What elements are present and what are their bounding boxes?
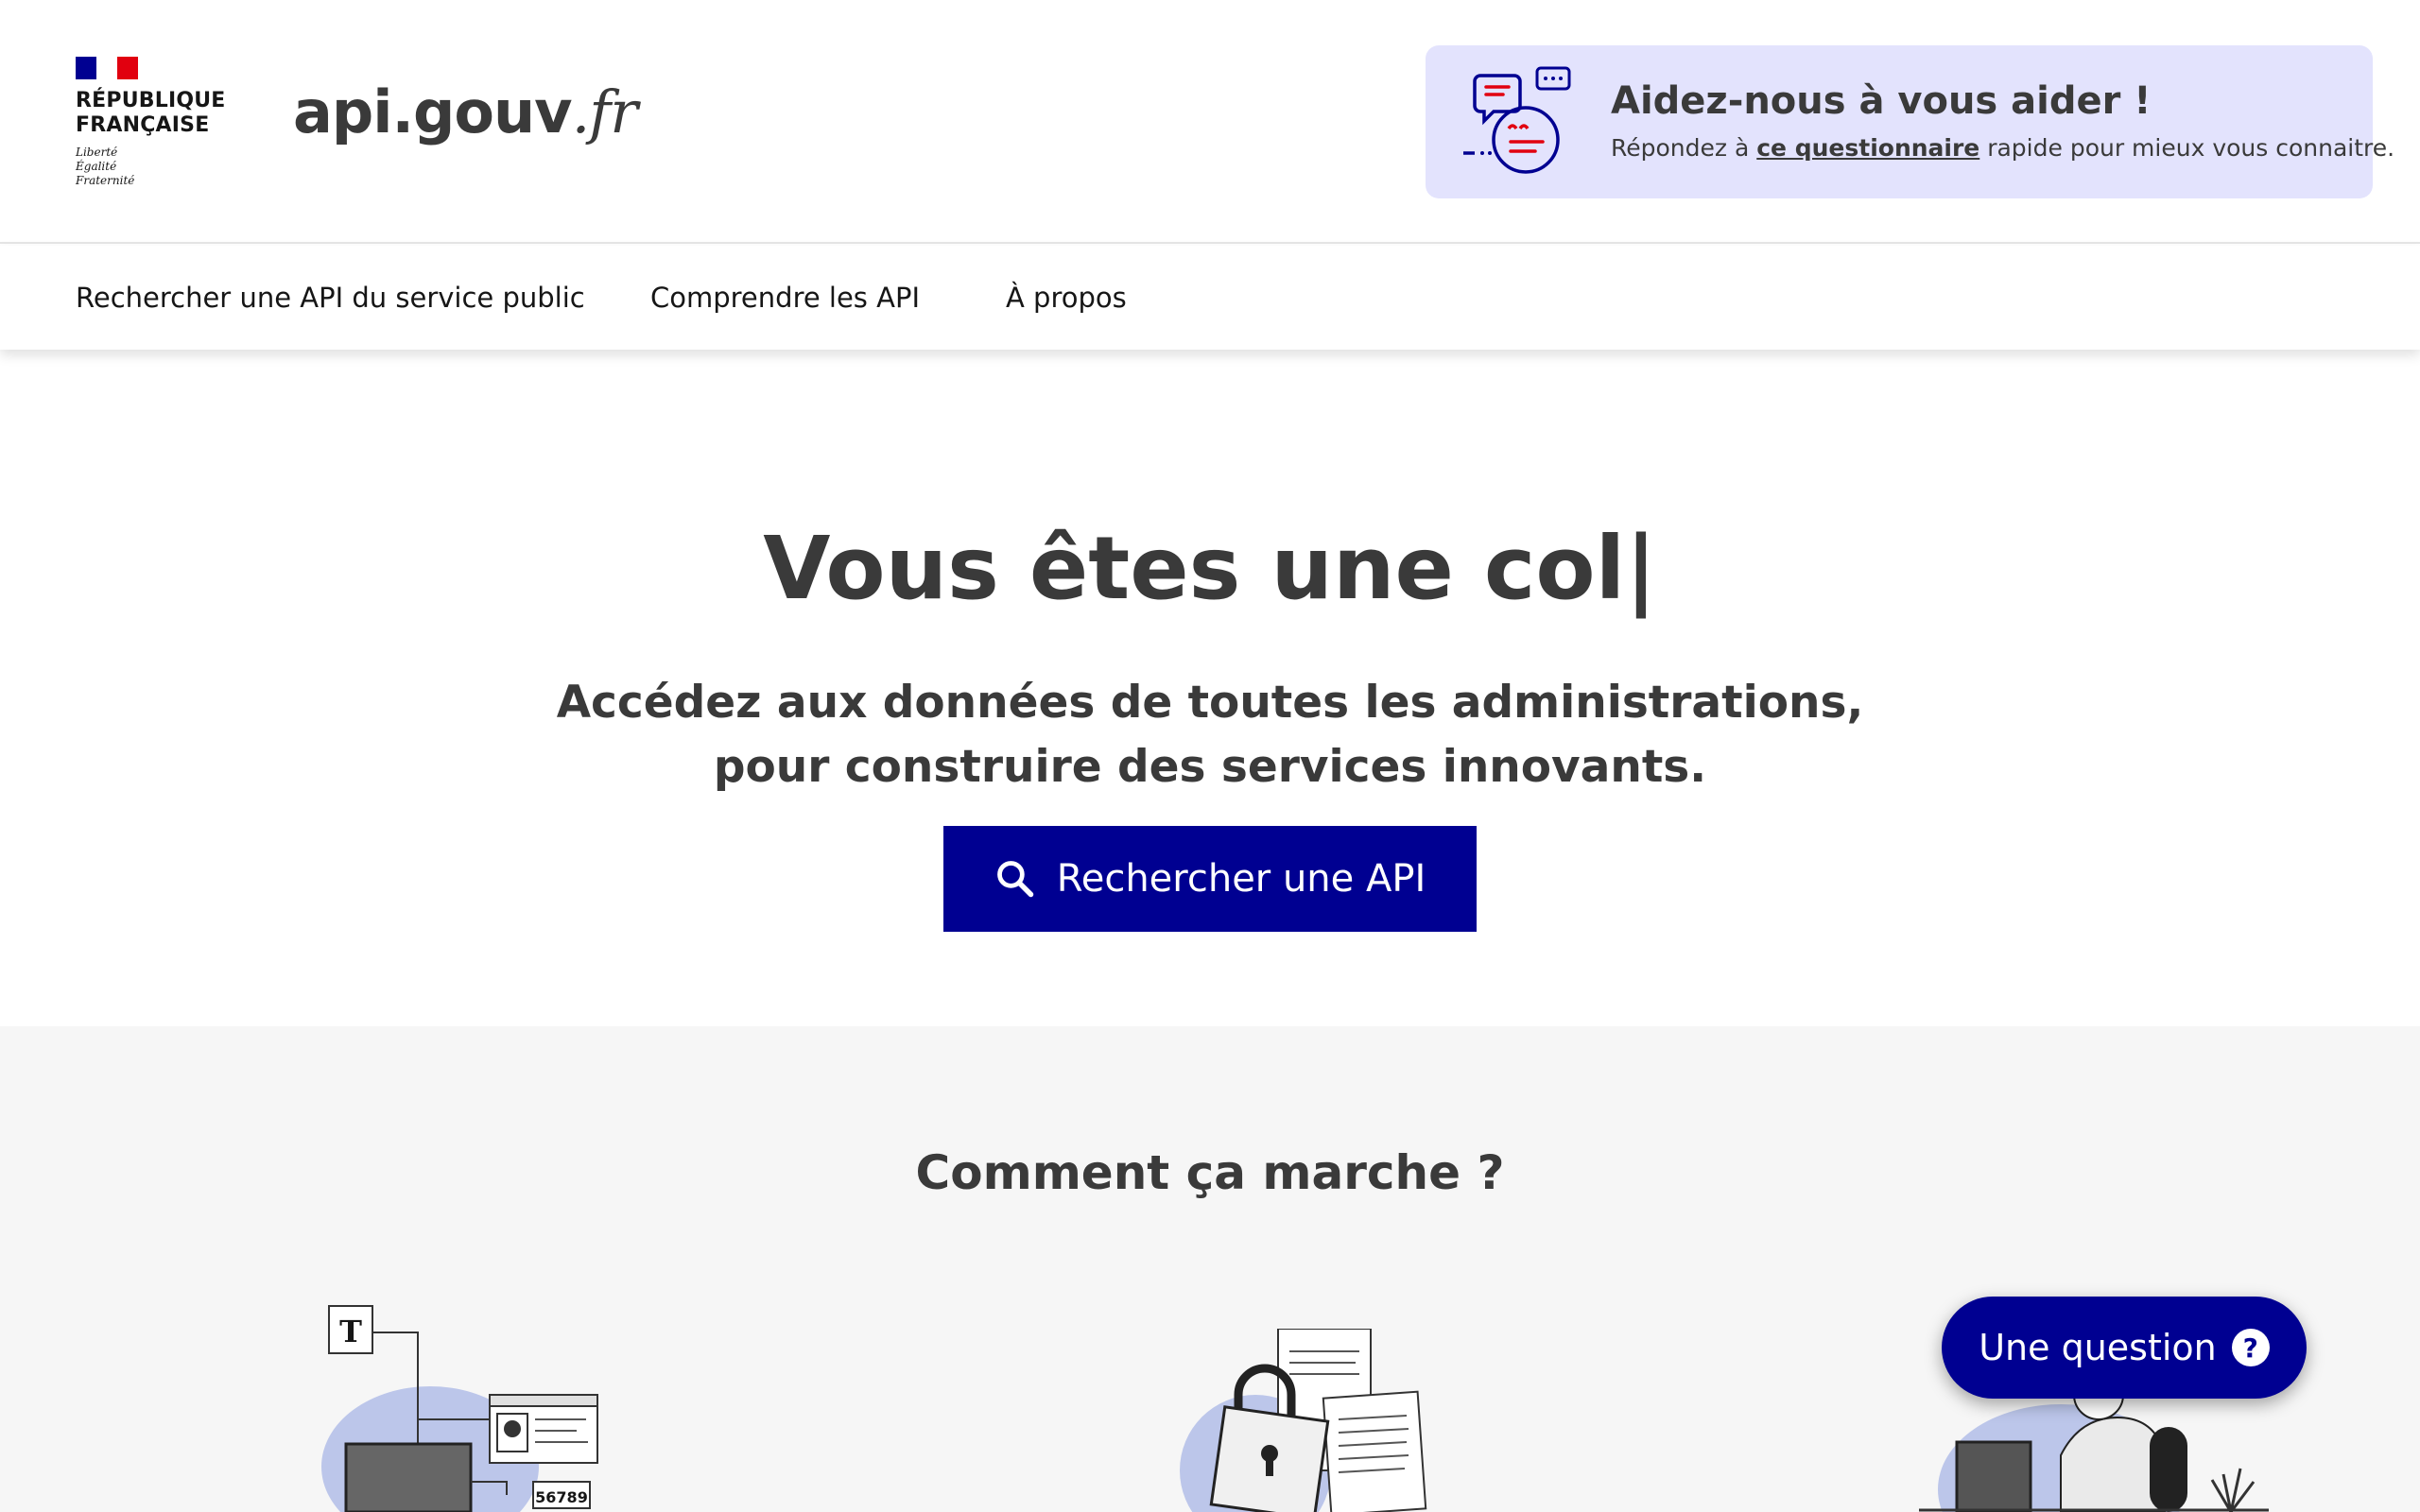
republique-francaise-logo[interactable]: RÉPUBLIQUE FRANÇAISE Liberté Égalité Fra…: [76, 57, 227, 188]
feedback-text: Répondez à ce questionnaire rapide pour …: [1611, 134, 2394, 162]
question-mark-icon: ?: [2231, 1329, 2270, 1366]
republic-name: RÉPUBLIQUE FRANÇAISE: [76, 89, 227, 138]
motto-egalite: Égalité: [76, 160, 117, 173]
search-api-button[interactable]: Rechercher une API: [943, 826, 1477, 932]
letter-t-icon: T: [339, 1314, 362, 1349]
republic-line-1: RÉPUBLIQUE: [76, 89, 226, 112]
search-api-button-label: Rechercher une API: [1056, 857, 1426, 901]
feedback-banner: Aidez-nous à vous aider ! Répondez à ce …: [1426, 45, 2394, 198]
feedback-text-after: rapide pour mieux vous connaitre.: [1979, 134, 2395, 162]
site-header: RÉPUBLIQUE FRANÇAISE Liberté Égalité Fra…: [0, 0, 2420, 244]
lock-documents-illustration: [1180, 1329, 1427, 1512]
motto-liberte: Liberté: [76, 146, 118, 159]
site-name-link[interactable]: api.gouv.fr: [293, 77, 638, 146]
nav-item-understand-api[interactable]: Comprendre les API: [650, 282, 920, 314]
how-it-works-title: Comment ça marche ?: [915, 1145, 1505, 1200]
chat-bubbles-icon: [1463, 66, 1571, 174]
nav-item-about[interactable]: À propos: [1006, 282, 1127, 314]
ask-question-label: Une question: [1979, 1327, 2217, 1368]
data-documents-illustration: T 56789: [321, 1305, 598, 1512]
site-name-main: api.gouv: [293, 77, 573, 146]
how-it-works-section: Comment ça marche ? T 56789: [0, 1026, 2420, 1512]
number-label: 56789: [535, 1488, 588, 1506]
site-name-tld: .fr: [571, 77, 638, 146]
feedback-title: Aidez-nous à vous aider !: [1611, 79, 2152, 123]
questionnaire-link[interactable]: ce questionnaire: [1756, 134, 1979, 162]
motto: Liberté Égalité Fraternité: [76, 146, 227, 188]
main-navigation: Rechercher une API du service public Com…: [0, 246, 2420, 350]
search-icon: [996, 861, 1033, 898]
hero-subtitle-line-1: Accédez aux données de toutes les admini…: [556, 677, 1864, 729]
marianne-flag-icon: [76, 57, 138, 79]
feedback-text-before: Répondez à: [1611, 134, 1757, 162]
motto-fraternite: Fraternité: [76, 174, 135, 187]
ask-question-button[interactable]: Une question ?: [1942, 1297, 2307, 1399]
republic-line-2: FRANÇAISE: [76, 113, 210, 137]
nav-item-search-api[interactable]: Rechercher une API du service public: [76, 282, 585, 314]
hero-title: Vous êtes une col|: [763, 518, 1657, 619]
hero-subtitle: Accédez aux données de toutes les admini…: [0, 671, 2420, 799]
hero-subtitle-line-2: pour construire des services innovants.: [713, 741, 1707, 793]
